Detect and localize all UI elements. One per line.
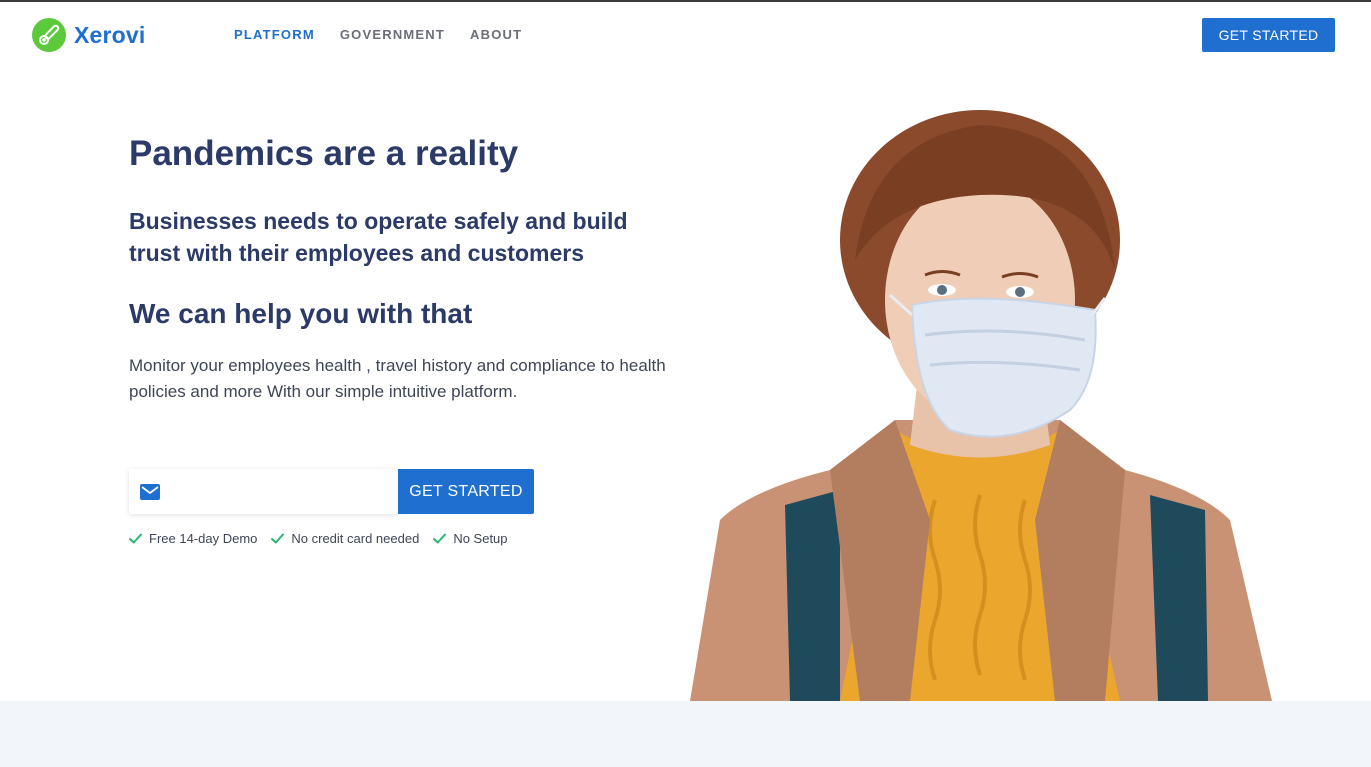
nav-item-about[interactable]: ABOUT (470, 27, 522, 42)
signup-get-started-button[interactable]: GET STARTED (398, 469, 534, 514)
check-icon (433, 533, 447, 544)
perk-label: No Setup (453, 531, 508, 546)
hero-subtitle: Businesses needs to operate safely and b… (129, 208, 628, 266)
perk-label: Free 14-day Demo (149, 531, 258, 546)
signup-form: GET STARTED (129, 469, 534, 514)
hero-photo-woman-with-mask (690, 110, 1272, 701)
site-header: Xerovi PLATFORM GOVERNMENT ABOUT GET STA… (0, 2, 1371, 68)
perk-item: No Setup (433, 531, 508, 546)
email-input[interactable] (170, 469, 398, 514)
nav-item-platform[interactable]: PLATFORM (234, 27, 315, 42)
nav-item-government[interactable]: GOVERNMENT (340, 27, 445, 42)
hero-title: Pandemics are a reality (129, 134, 519, 173)
perks-list: Free 14-day Demo No credit card needed N… (129, 531, 522, 546)
header-get-started-button[interactable]: GET STARTED (1202, 18, 1335, 52)
next-section-band (0, 701, 1371, 767)
brand-name: Xerovi (74, 21, 146, 48)
email-field[interactable] (129, 469, 398, 514)
hero-description: Monitor your employees health , travel h… (129, 356, 666, 401)
perk-item: Free 14-day Demo (129, 531, 257, 546)
hero-help-heading: We can help you with that (129, 298, 473, 329)
mail-icon (140, 483, 160, 500)
check-icon (271, 533, 285, 544)
perk-label: No credit card needed (291, 531, 420, 546)
main-nav: PLATFORM GOVERNMENT ABOUT (234, 27, 547, 42)
thermometer-icon (32, 18, 66, 52)
perk-item: No credit card needed (271, 531, 419, 546)
check-icon (129, 533, 142, 544)
brand-logo[interactable]: Xerovi (32, 18, 146, 52)
